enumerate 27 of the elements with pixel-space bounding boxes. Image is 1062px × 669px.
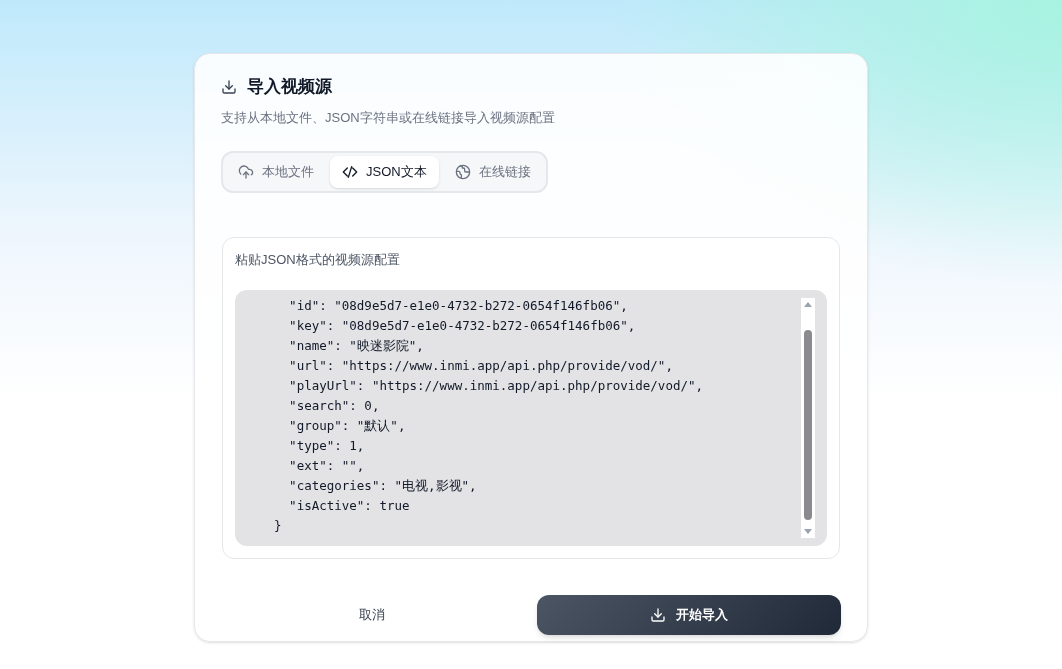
download-icon: [221, 78, 237, 95]
tab[interactable]: JSON文本: [330, 156, 439, 188]
code-line: "isActive": true: [288, 496, 411, 515]
code-line: "name": "映迷影院",: [288, 336, 425, 355]
code-line: "type": 1,: [288, 436, 366, 455]
code-line: "group": "默认",: [288, 416, 407, 435]
json-field[interactable]: [235, 289, 827, 546]
code-line: "key": "08d9e5d7-e1e0-4732-b272-0654f146fb06",: [288, 316, 637, 335]
tab[interactable]: 在线链接: [442, 156, 543, 188]
code-line: "id": "08d9e5d7-e1e0-4732-b272-0654f146fb06",: [288, 296, 629, 315]
code-line: "categories": "电视,影视",: [288, 476, 478, 495]
scrollbar[interactable]: [801, 297, 815, 538]
code-line: }: [273, 516, 283, 535]
dialog-subtitle: 支持从本地文件、JSON字符串或在线链接导入视频源配置: [221, 108, 556, 127]
tab[interactable]: 本地文件: [226, 156, 326, 188]
code-icon: [342, 164, 358, 180]
globe-icon: [454, 164, 471, 180]
code-line: "playUrl": "https://www.inmi.app/api.php/provide/vod/",: [288, 376, 704, 395]
code-line: "ext": "",: [288, 456, 366, 475]
cloud-upload-icon: [238, 164, 254, 180]
code-line: "search": 0,: [288, 396, 381, 415]
download-icon: [649, 606, 666, 623]
cancel-button[interactable]: 取消: [221, 594, 523, 635]
panel-label: 粘贴JSON格式的视频源配置: [235, 251, 401, 269]
import-button[interactable]: 开始导入: [536, 594, 841, 635]
dialog-title: 导入视频源: [247, 76, 332, 98]
code-line: "url": "https://www.inmi.app/api.php/provide/vod/",: [288, 356, 674, 375]
